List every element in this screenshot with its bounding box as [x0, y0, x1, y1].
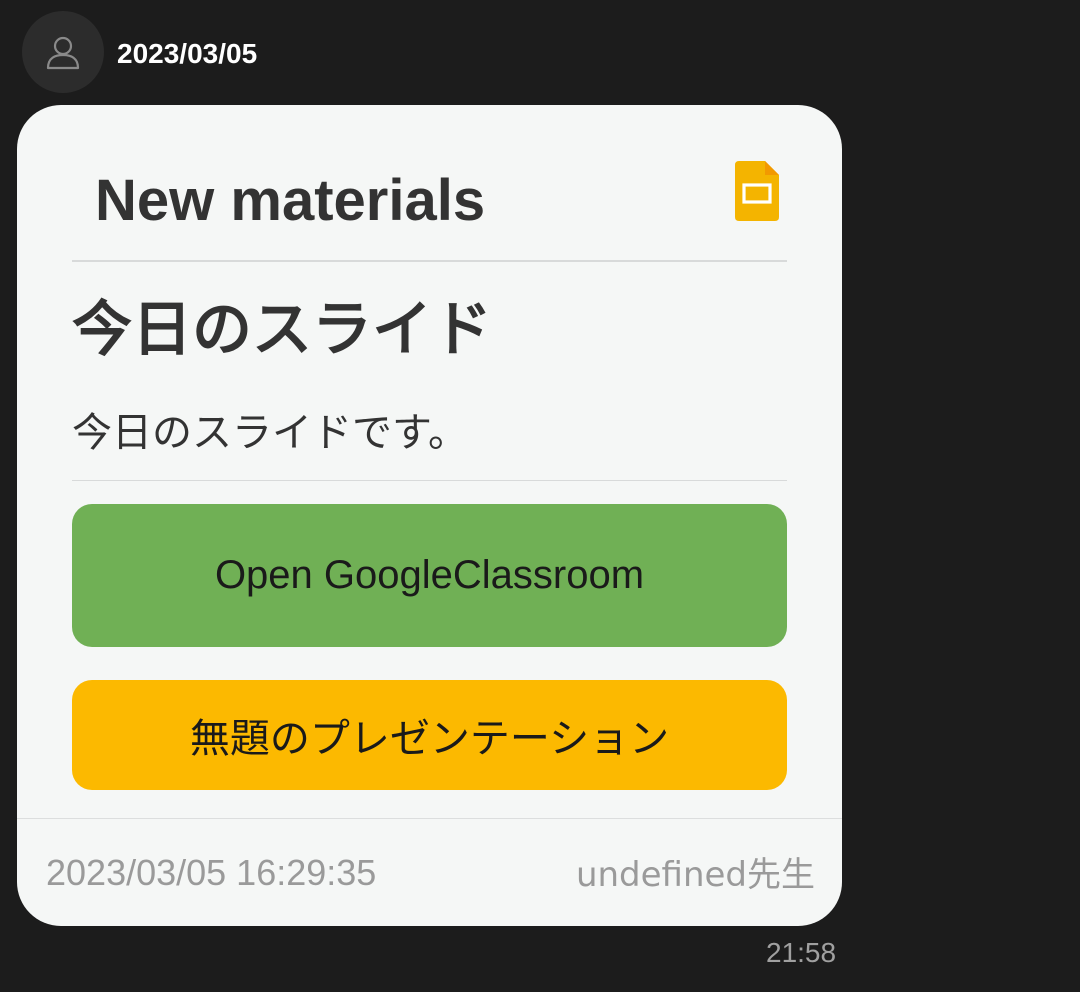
- post-author: undefined先生: [575, 855, 815, 895]
- open-presentation-button[interactable]: 無題のプレゼンテーション: [72, 680, 787, 790]
- sender-avatar[interactable]: [22, 11, 104, 93]
- content-divider: [72, 480, 787, 481]
- material-card: New materials 今日のスライド 今日のスライドです。 Open Go…: [17, 105, 842, 926]
- sender-name: 2023/03/05: [117, 38, 258, 69]
- header-divider: [72, 260, 787, 262]
- message-time: 21:58: [766, 937, 837, 968]
- open-classroom-button[interactable]: Open GoogleClassroom: [72, 504, 787, 647]
- material-description: 今日のスライドです。: [72, 410, 468, 456]
- google-slides-icon: [735, 161, 779, 221]
- person-outline-icon: [46, 36, 80, 70]
- card-header-title: New materials: [95, 168, 486, 233]
- material-title: 今日のスライド: [72, 295, 492, 365]
- chat-screen: 2023/03/05 New materials 今日のスライド 今日のスライド…: [0, 0, 1080, 992]
- post-datetime: 2023/03/05 16:29:35: [46, 852, 377, 893]
- footer-divider: [17, 818, 842, 819]
